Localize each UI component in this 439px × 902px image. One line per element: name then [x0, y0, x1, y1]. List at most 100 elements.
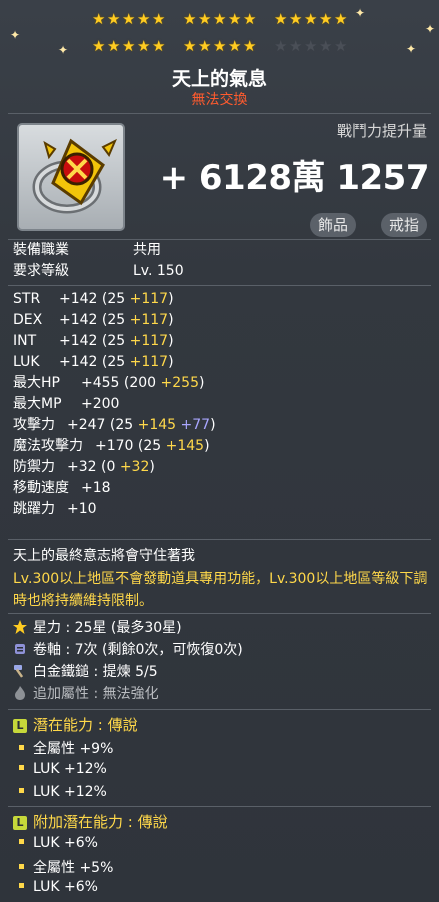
- requirement-label: 裝備職業: [13, 242, 69, 258]
- sparkle-icon: ✦: [406, 42, 417, 56]
- stat-label: STR: [13, 291, 41, 307]
- star-force-icon: ★: [228, 10, 242, 28]
- info-value: 7次 (剩餘0次，可恢復0次): [74, 642, 243, 658]
- stat-bonus: +255: [160, 375, 199, 391]
- star-force-icon: ★: [213, 37, 227, 55]
- stat-close: ): [199, 375, 205, 391]
- stat-label: 跳躍力: [13, 501, 55, 517]
- stat-open: (25: [97, 354, 130, 370]
- stat-open: (25: [97, 291, 130, 307]
- star-force-icon: ★: [107, 37, 121, 55]
- requirement-job: 裝備職業 共用: [13, 241, 161, 259]
- star-force-icon: ★: [198, 37, 212, 55]
- divider: [8, 239, 431, 240]
- stat-row: 移動速度 +18: [13, 479, 111, 497]
- bullet-icon: [19, 788, 24, 793]
- stat-label: LUK: [13, 354, 40, 370]
- stat-extra: +77: [176, 417, 211, 433]
- sparkle-icon: ✦: [355, 6, 366, 20]
- stat-total: +247: [67, 417, 106, 433]
- star-force-icon: ★: [92, 37, 106, 55]
- divider: [8, 613, 431, 614]
- stat-bonus: +145: [137, 417, 177, 433]
- scroll-icon: [15, 644, 25, 654]
- stat-bonus: +145: [165, 438, 205, 454]
- stat-total: +142: [59, 333, 98, 349]
- star-force-icon: ★: [334, 10, 348, 28]
- bullet-icon: [19, 745, 24, 750]
- divider: [8, 539, 431, 540]
- info-value: 無法強化: [102, 686, 159, 702]
- info-label: 白金鐵鎚: [33, 664, 89, 680]
- info-scroll: 卷軸 : 7次 (剩餘0次，可恢復0次): [13, 641, 243, 659]
- stat-bonus: +117: [129, 354, 169, 370]
- star-icon: [13, 620, 27, 634]
- stat-bonus: +117: [129, 312, 169, 328]
- star-force-icon: ★: [289, 37, 303, 55]
- sparkle-icon: ✦: [425, 22, 436, 36]
- star-force-icon: ★: [228, 37, 242, 55]
- star-force-icon: ★: [274, 10, 288, 28]
- star-force-icon: ★: [152, 37, 166, 55]
- star-force-icon: ★: [122, 10, 136, 28]
- stat-close: ): [204, 438, 210, 454]
- potential-line: LUK +12%: [19, 761, 107, 777]
- star-force-icon: ★: [213, 10, 227, 28]
- stat-total: +10: [67, 501, 97, 517]
- stat-close: ): [168, 333, 174, 349]
- item-icon-frame: [17, 123, 125, 231]
- info-hammer: 白金鐵鎚 : 提煉 5/5: [13, 663, 158, 681]
- stat-close: ): [168, 312, 174, 328]
- stat-row: 防禦力 +32 (0 +32): [13, 458, 155, 476]
- potential-line: LUK +12%: [19, 784, 107, 800]
- star-force-icon: ★: [289, 10, 303, 28]
- star-force-icon: ★: [137, 37, 151, 55]
- info-bonus-stat: 追加屬性 : 無法強化: [13, 685, 159, 703]
- star-force-icon: ★: [92, 10, 106, 28]
- stat-row: DEX +142 (25 +117): [13, 311, 174, 329]
- stat-bonus: +117: [129, 291, 169, 307]
- tag-ring: 戒指: [380, 213, 427, 237]
- stat-row: 攻擊力 +247 (25 +145 +77): [13, 416, 216, 434]
- star-force-icon: ★: [107, 10, 121, 28]
- star-force-icon: ★: [304, 10, 318, 28]
- additional-potential-title: 附加潛在能力 : 傳說: [33, 813, 168, 831]
- stat-close: ): [168, 291, 174, 307]
- star-force-icon: ★: [183, 37, 197, 55]
- flame-icon: [15, 686, 25, 700]
- requirement-value: Lv. 150: [133, 263, 184, 279]
- stat-close: ): [149, 459, 155, 475]
- stat-total: +18: [81, 480, 111, 496]
- stat-close: ): [210, 417, 216, 433]
- star-force-icon: ★: [243, 10, 257, 28]
- info-value: 提煉 5/5: [102, 664, 158, 680]
- stat-row: STR +142 (25 +117): [13, 290, 174, 308]
- info-label: 卷軸: [33, 642, 61, 658]
- star-force-icon: ★: [319, 10, 333, 28]
- sparkle-icon: ✦: [58, 43, 69, 57]
- trade-status: 無法交換: [191, 92, 248, 108]
- divider: [8, 285, 431, 286]
- additional-potential-line: 全屬性 +5%: [19, 857, 113, 877]
- star-force-icon: ★: [122, 37, 136, 55]
- stat-total: +32: [67, 459, 97, 475]
- additional-potential-line: LUK +6%: [19, 835, 98, 851]
- legendary-badge-icon: L: [13, 719, 27, 733]
- requirement-value: 共用: [133, 242, 161, 258]
- stat-bonus: +32: [119, 459, 150, 475]
- ring-icon: [32, 138, 117, 214]
- stat-row: 最大MP +200: [13, 395, 119, 413]
- stat-total: +170: [95, 438, 134, 454]
- star-force-icon: ★: [198, 10, 212, 28]
- stat-total: +142: [59, 291, 98, 307]
- stat-row: 最大HP +455 (200 +255): [13, 374, 204, 392]
- stat-total: +142: [59, 354, 98, 370]
- stat-label: 最大HP: [13, 375, 60, 391]
- bullet-icon: [19, 883, 24, 888]
- stat-total: +455: [81, 375, 120, 391]
- stat-close: ): [168, 354, 174, 370]
- stat-bonus: +117: [129, 333, 169, 349]
- star-force-icon: ★: [304, 37, 318, 55]
- star-force-icon: ★: [152, 10, 166, 28]
- tag-accessory: 飾品: [309, 213, 356, 237]
